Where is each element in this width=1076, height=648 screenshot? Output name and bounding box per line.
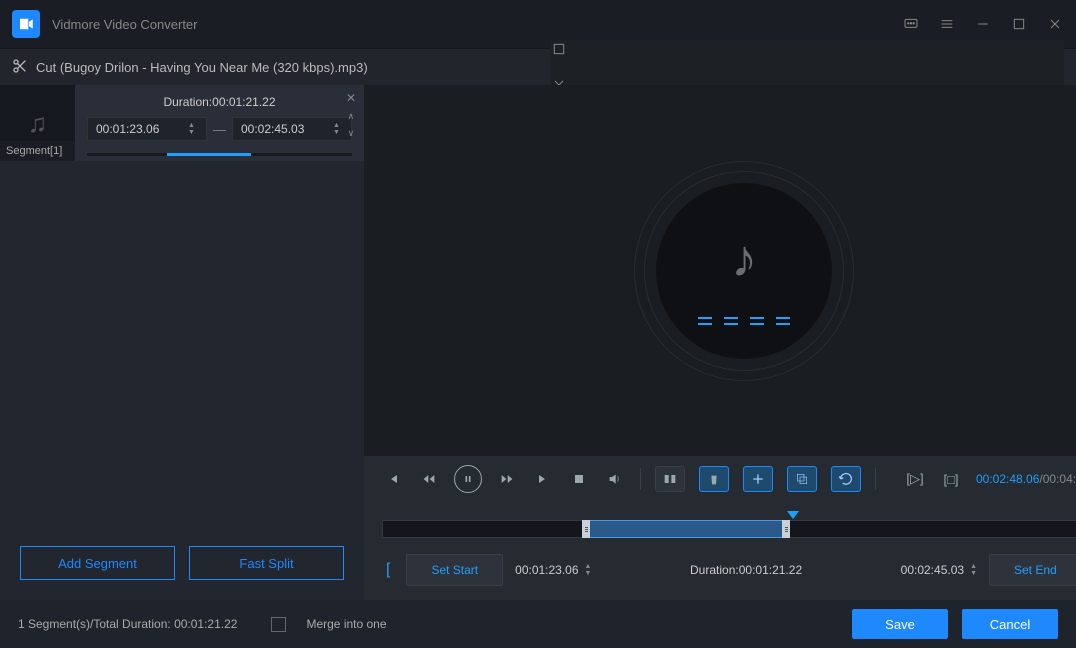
save-button[interactable]: Save (852, 609, 948, 639)
close-icon[interactable] (1046, 15, 1064, 33)
segment-panel: ♫ Segment[1] Duration:00:01:21.22 00:01:… (0, 85, 364, 600)
rewind-icon[interactable] (418, 468, 440, 490)
music-note-icon: ♪ (731, 229, 757, 289)
copy-icon[interactable] (787, 466, 817, 492)
cut-title: Cut (Bugoy Drilon - Having You Near Me (… (36, 60, 550, 75)
duration-display: Duration:00:01:21.22 (603, 563, 888, 577)
segment-duration: Duration:00:01:21.22 (87, 95, 352, 109)
segment-mini-track[interactable] (87, 153, 352, 156)
segment-up-icon[interactable]: ∧ (348, 111, 355, 122)
segment-down-icon[interactable]: ∨ (348, 128, 355, 139)
segment-label: Segment[1] (0, 141, 75, 161)
playhead-icon[interactable] (787, 511, 799, 519)
selection-end-handle[interactable] (782, 520, 790, 538)
cut-subtitlebar: Cut (Bugoy Drilon - Having You Near Me (… (0, 49, 1076, 85)
timeline (364, 502, 1076, 546)
undo-icon[interactable] (831, 466, 861, 492)
maximize-icon[interactable] (1010, 15, 1028, 33)
spin-down-icon[interactable]: ▼ (585, 571, 592, 577)
fast-split-button[interactable]: Fast Split (189, 546, 344, 580)
play-range-icon[interactable]: [▷] (904, 468, 926, 490)
segment-remove-icon[interactable]: ✕ (346, 91, 356, 105)
app-logo (12, 10, 40, 38)
set-end-button[interactable]: Set End (989, 554, 1076, 586)
volume-icon[interactable] (604, 468, 626, 490)
timeline-track[interactable] (382, 520, 1076, 538)
set-row: [ Set Start 00:01:23.06 ▲▼ Duration:00:0… (364, 546, 1076, 600)
stop-icon[interactable] (568, 468, 590, 490)
delete-icon[interactable] (699, 466, 729, 492)
time-display: 00:02:48.06/00:04:32.08 (976, 472, 1076, 486)
merge-label: Merge into one (306, 617, 386, 631)
spin-down-icon[interactable]: ▼ (970, 571, 977, 577)
footer: 1 Segment(s)/Total Duration: 00:01:21.22… (0, 600, 1076, 648)
add-icon[interactable] (743, 466, 773, 492)
merge-checkbox[interactable] (271, 617, 286, 632)
spin-down-icon[interactable]: ▼ (188, 130, 198, 136)
pause-button[interactable] (454, 465, 482, 493)
preview-area: ♪ (364, 85, 1076, 456)
app-title: Vidmore Video Converter (52, 17, 902, 32)
feedback-icon[interactable] (902, 15, 920, 33)
equalizer-icon (698, 317, 790, 325)
spin-down-icon[interactable]: ▼ (333, 130, 343, 136)
segment-thumbnail[interactable]: ♫ Segment[1] (0, 85, 75, 161)
spin-up-icon[interactable]: ▲ (970, 564, 977, 570)
range-dash: — (213, 122, 226, 137)
stop-range-icon[interactable]: [□] (940, 468, 962, 490)
minimize-icon[interactable] (974, 15, 992, 33)
segment-start-input[interactable]: 00:01:23.06 ▲▼ (87, 117, 207, 141)
preview-panel: ♪ [▷] [□] 00:02:48.06/00:04:32.08 (364, 85, 1076, 600)
forward-icon[interactable] (496, 468, 518, 490)
compare-icon[interactable] (655, 466, 685, 492)
set-start-button[interactable]: Set Start (406, 554, 503, 586)
end-time-display[interactable]: 00:02:45.03 ▲▼ (901, 563, 977, 577)
segment-end-input[interactable]: 00:02:45.03 ▲▼ (232, 117, 352, 141)
status-text: 1 Segment(s)/Total Duration: 00:01:21.22 (18, 617, 237, 631)
skip-back-icon[interactable] (382, 468, 404, 490)
cut-maximize-icon[interactable] (550, 40, 568, 58)
cancel-button[interactable]: Cancel (962, 609, 1058, 639)
skip-forward-icon[interactable] (532, 468, 554, 490)
selection-start-handle[interactable] (582, 520, 590, 538)
current-time: 00:02:48.06 (976, 472, 1039, 486)
start-time-display[interactable]: 00:01:23.06 ▲▼ (515, 563, 591, 577)
bracket-left-icon: [ (382, 561, 394, 579)
total-time: 00:04:32.08 (1043, 472, 1076, 486)
selection-range[interactable] (585, 520, 787, 538)
audio-disc-visual: ♪ (634, 161, 854, 381)
add-segment-button[interactable]: Add Segment (20, 546, 175, 580)
spin-up-icon[interactable]: ▲ (585, 564, 592, 570)
music-note-icon: ♫ (28, 108, 48, 139)
spin-up-icon[interactable]: ▲ (188, 123, 198, 129)
menu-icon[interactable] (938, 15, 956, 33)
playback-controls: [▷] [□] 00:02:48.06/00:04:32.08 (364, 456, 1076, 502)
scissors-icon (12, 58, 28, 77)
spin-up-icon[interactable]: ▲ (333, 123, 343, 129)
